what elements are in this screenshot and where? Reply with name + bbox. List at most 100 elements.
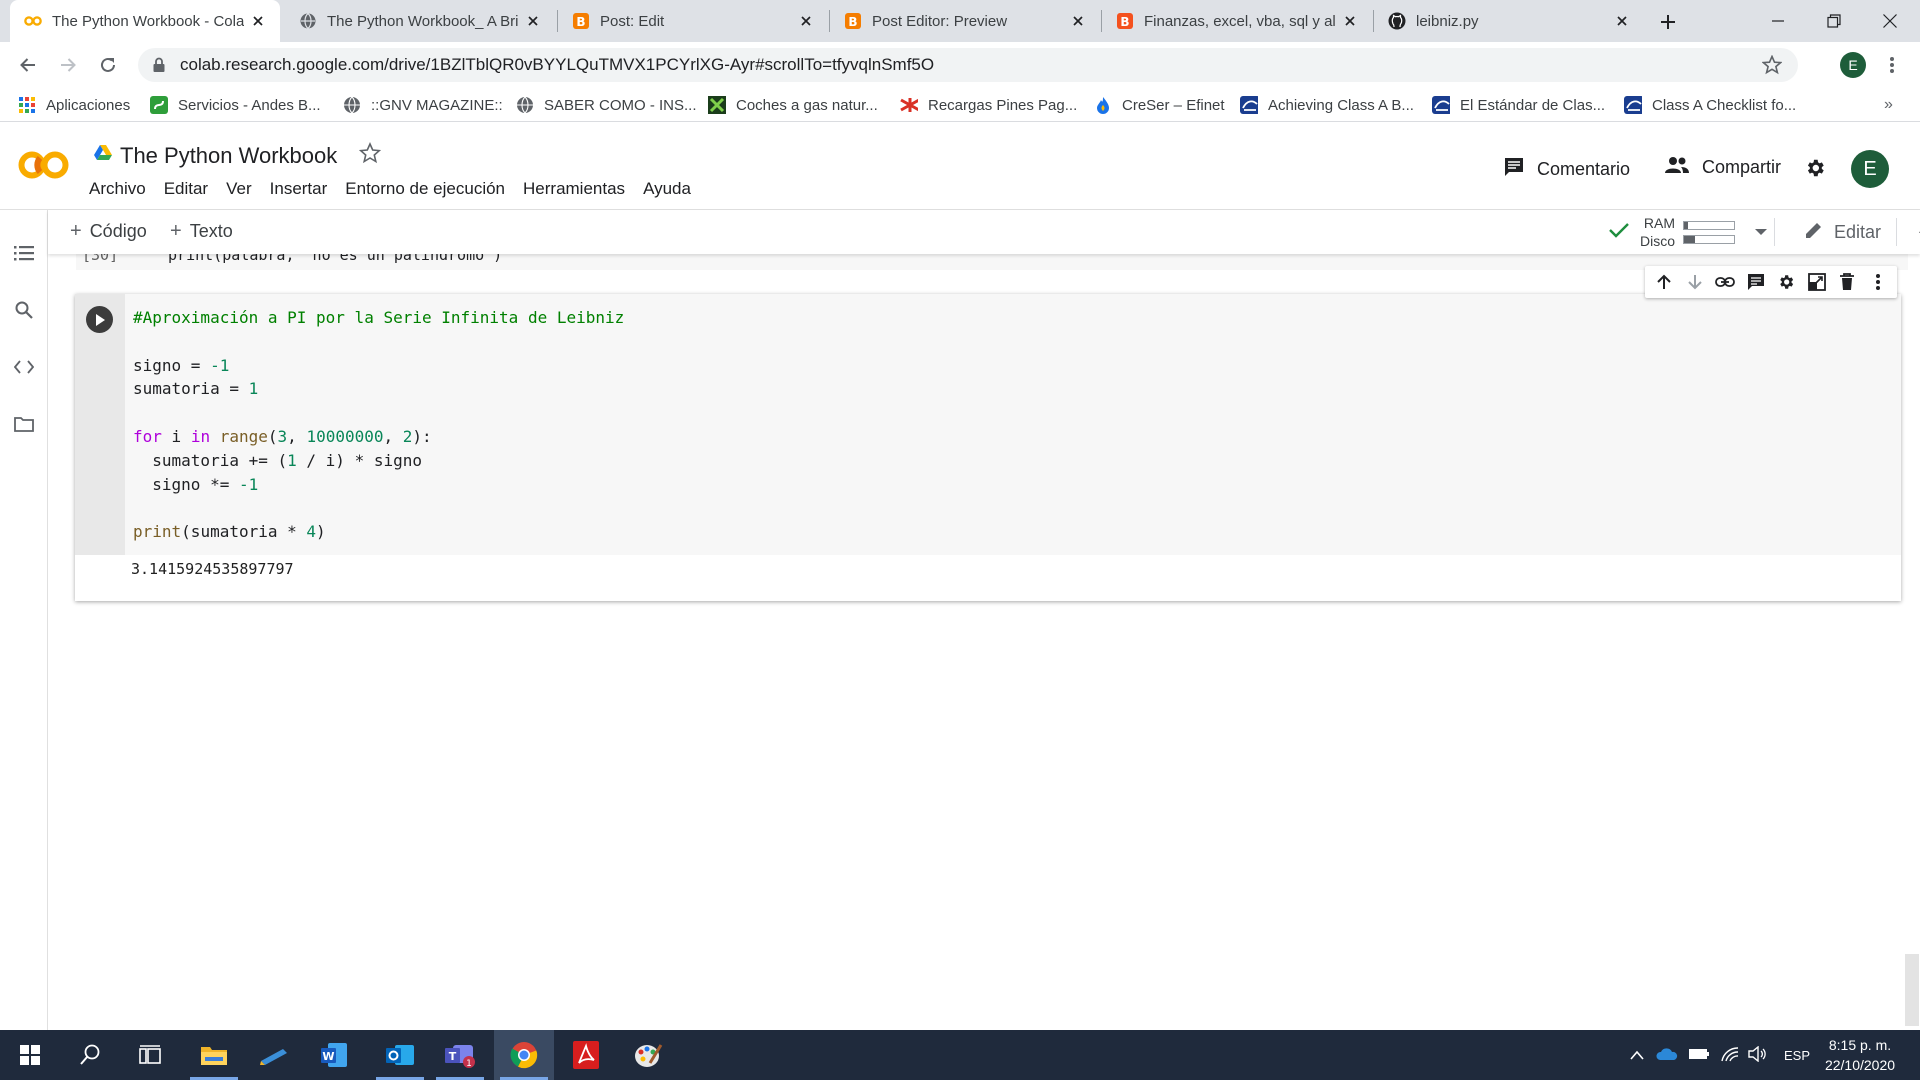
bookmark-label: Aplicaciones: [46, 96, 131, 114]
bookmark-apps[interactable]: Aplicaciones: [18, 95, 130, 115]
ram-usage-bar: [1683, 220, 1736, 230]
bookmark-estandar-clase[interactable]: El Estándar de Clas...: [1432, 95, 1605, 115]
bookmark-recargas[interactable]: Recargas Pines Pag...: [900, 95, 1077, 115]
start-button[interactable]: [0, 1030, 60, 1080]
bookmark-achieving-class-a[interactable]: Achieving Class A B...: [1240, 95, 1414, 115]
close-tab-icon[interactable]: [798, 13, 814, 29]
browser-tab-python-workbook[interactable]: The Python Workbook_ A Bri: [285, 0, 555, 42]
delete-cell-icon[interactable]: [1836, 271, 1858, 293]
add-comment-icon[interactable]: [1745, 271, 1767, 293]
edit-button[interactable]: Editar: [1804, 220, 1881, 245]
disk-usage-fill: [1684, 235, 1696, 243]
taskbar-clock[interactable]: 8:15 p. m. 22/10/2020: [1820, 1035, 1900, 1075]
colab-header: The Python Workbook Archivo Editar Ver I…: [0, 122, 1920, 210]
scrollbar-thumb[interactable]: [1905, 954, 1919, 1026]
bookmark-servicios[interactable]: Servicios - Andes B...: [150, 95, 321, 115]
show-hidden-icons-icon[interactable]: [1630, 1048, 1644, 1063]
clock-time: 8:15 p. m.: [1828, 1037, 1892, 1053]
minimize-button[interactable]: [1750, 0, 1806, 42]
outlook-icon[interactable]: [370, 1030, 430, 1080]
input-language[interactable]: ESP: [1784, 1048, 1810, 1063]
more-bookmarks-icon[interactable]: »: [1884, 96, 1893, 114]
battery-icon[interactable]: [1688, 1048, 1710, 1063]
pen-app-icon[interactable]: [244, 1030, 304, 1080]
notebook-title[interactable]: The Python Workbook: [120, 143, 337, 169]
code-editor[interactable]: #Aproximación a PI por la Serie Infinita…: [125, 294, 1901, 555]
add-text-button[interactable]: + Texto: [170, 220, 233, 243]
table-of-contents-icon[interactable]: [13, 242, 35, 264]
paint-icon[interactable]: [618, 1030, 678, 1080]
previous-code-cell[interactable]: [30] print(palabra, "no es un palíndromo…: [76, 254, 1908, 270]
svg-text:B: B: [848, 15, 857, 29]
bookmark-gnv[interactable]: ::GNV MAGAZINE::: [343, 95, 503, 115]
acrobat-icon[interactable]: [556, 1030, 616, 1080]
link-icon[interactable]: [1714, 271, 1736, 293]
move-cell-down-icon[interactable]: [1684, 271, 1706, 293]
menu-archivo[interactable]: Archivo: [89, 179, 146, 199]
code-line: print(palabra, "no es un palíndromo"): [150, 254, 503, 264]
volume-icon[interactable]: [1748, 1045, 1768, 1065]
close-tab-icon[interactable]: [250, 13, 266, 29]
close-window-button[interactable]: [1862, 0, 1918, 42]
file-explorer-icon[interactable]: [184, 1030, 244, 1080]
menu-entorno-ejecucion[interactable]: Entorno de ejecución: [345, 179, 505, 199]
settings-gear-icon[interactable]: [1804, 157, 1826, 179]
star-notebook-icon[interactable]: [359, 142, 382, 169]
browser-tab-finanzas[interactable]: B Finanzas, excel, vba, sql y alg: [1102, 0, 1372, 42]
close-tab-icon[interactable]: [1070, 13, 1086, 29]
bookmark-creser[interactable]: CreSer – Efinet: [1094, 95, 1225, 115]
browser-menu-icon[interactable]: [1880, 53, 1904, 77]
code-snippets-icon[interactable]: [13, 356, 35, 378]
folder-icon[interactable]: [13, 413, 35, 435]
more-options-icon[interactable]: [1867, 271, 1889, 293]
cell-toolbar: [1645, 266, 1897, 298]
reload-button[interactable]: [94, 51, 122, 79]
search-icon[interactable]: [13, 299, 35, 321]
bookmark-coches[interactable]: Coches a gas natur...: [708, 95, 878, 115]
bookmark-star-icon[interactable]: [1761, 54, 1783, 80]
browser-tab-post-editor-preview[interactable]: B Post Editor: Preview: [830, 0, 1100, 42]
chrome-icon[interactable]: [494, 1030, 554, 1080]
onedrive-icon[interactable]: [1656, 1047, 1678, 1064]
menu-ayuda[interactable]: Ayuda: [643, 179, 691, 199]
play-icon: [95, 313, 105, 326]
colab-logo-icon[interactable]: [18, 150, 70, 185]
lock-icon[interactable]: [152, 57, 166, 73]
mirror-cell-icon[interactable]: [1806, 271, 1828, 293]
run-cell-button[interactable]: [86, 306, 113, 333]
menu-herramientas[interactable]: Herramientas: [523, 179, 625, 199]
address-bar[interactable]: colab.research.google.com/drive/1BZlTblQ…: [138, 48, 1798, 82]
wifi-icon[interactable]: [1720, 1046, 1740, 1065]
browser-tab-leibniz[interactable]: leibniz.py: [1374, 0, 1644, 42]
comment-button[interactable]: Comentario: [1503, 156, 1630, 183]
browser-tab-colab[interactable]: The Python Workbook - Cola: [10, 0, 280, 42]
menu-editar[interactable]: Editar: [164, 179, 208, 199]
new-tab-button[interactable]: [1655, 9, 1681, 35]
bookmark-label: Recargas Pines Pag...: [928, 96, 1078, 114]
teams-icon[interactable]: T1: [430, 1030, 490, 1080]
user-avatar[interactable]: E: [1851, 150, 1889, 188]
share-button[interactable]: Compartir: [1664, 156, 1781, 179]
move-cell-up-icon[interactable]: [1653, 271, 1675, 293]
bookmark-class-a-checklist[interactable]: Class A Checklist fo...: [1624, 95, 1796, 115]
forward-button[interactable]: [54, 51, 82, 79]
code-cell-leibniz[interactable]: #Aproximación a PI por la Serie Infinita…: [75, 266, 1901, 601]
close-tab-icon[interactable]: [1342, 13, 1358, 29]
add-code-button[interactable]: + Código: [70, 220, 147, 243]
browser-profile-avatar[interactable]: E: [1840, 52, 1866, 78]
restore-button[interactable]: [1806, 0, 1862, 42]
cell-settings-gear-icon[interactable]: [1775, 271, 1797, 293]
task-view-icon[interactable]: [120, 1030, 180, 1080]
caret-down-icon[interactable]: [1755, 223, 1768, 241]
search-icon[interactable]: [60, 1030, 120, 1080]
close-tab-icon[interactable]: [1614, 13, 1630, 29]
blogger-icon: B: [572, 12, 590, 30]
close-tab-icon[interactable]: [525, 13, 541, 29]
bookmark-saber-como[interactable]: SABER COMO - INS...: [516, 95, 697, 115]
browser-tab-post-edit[interactable]: B Post: Edit: [558, 0, 828, 42]
word-icon[interactable]: W: [304, 1030, 364, 1080]
back-button[interactable]: [14, 51, 42, 79]
menu-ver[interactable]: Ver: [226, 179, 252, 199]
resource-monitor[interactable]: RAM Disco: [1608, 214, 1768, 250]
menu-insertar[interactable]: Insertar: [270, 179, 328, 199]
